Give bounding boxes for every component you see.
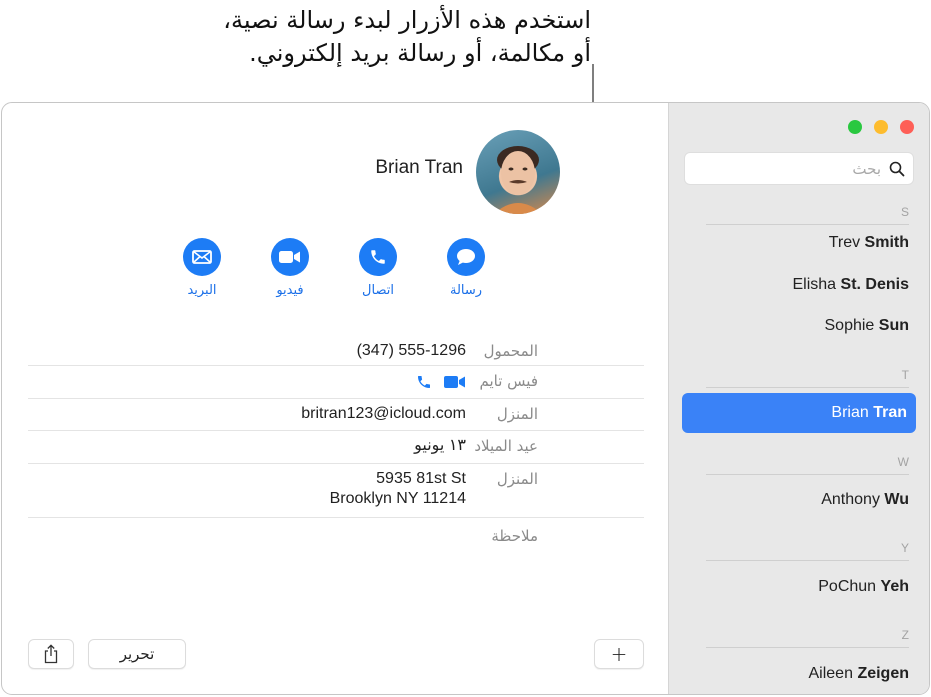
field-label: ملاحظة [491, 527, 538, 545]
section-header-w: W [706, 455, 909, 475]
contact-list-item-selected[interactable]: Brian Tran [682, 393, 916, 433]
callout-line-1: استخدم هذه الأزرار لبدء رسالة نصية، [223, 6, 591, 34]
field-value-email[interactable]: britran123@icloud.com [301, 404, 466, 424]
close-button[interactable] [900, 120, 914, 134]
contact-list-item[interactable]: PoChun Yeh [818, 578, 909, 596]
address-line-1: 5935 81st St [376, 470, 466, 487]
field-label: المحمول [483, 342, 538, 360]
message-action-button[interactable]: رسالة [436, 238, 496, 298]
field-value-birthday: ١٣ يونيو [414, 437, 466, 454]
message-bubble-icon [457, 249, 475, 265]
field-label: المنزل [496, 470, 538, 488]
field-value-address[interactable]: 5935 81st St Brooklyn NY 11214 [330, 469, 466, 509]
contact-avatar[interactable] [476, 130, 560, 214]
window-controls [848, 120, 914, 134]
video-camera-icon [279, 251, 300, 263]
facetime-video-camera-icon[interactable] [444, 375, 466, 389]
video-action-button[interactable]: فيديو [260, 238, 320, 298]
add-button[interactable]: + [594, 639, 644, 669]
field-label: عيد الميلاد [474, 437, 538, 455]
contact-list-item[interactable]: Sophie Sun [825, 317, 910, 335]
field-label: المنزل [496, 405, 538, 423]
field-row-birthday: عيد الميلاد ١٣ يونيو [28, 431, 644, 464]
search-placeholder: بحث [852, 159, 881, 178]
contact-list-item[interactable]: Elisha St. Denis [793, 276, 910, 294]
contact-list-item[interactable]: Trev Smith [829, 234, 909, 252]
field-row-email: المنزل britran123@icloud.com [28, 399, 644, 431]
section-header-z: Z [706, 628, 909, 648]
field-row-facetime: فيس تايم [28, 366, 644, 399]
search-icon [889, 161, 905, 176]
field-value-phone[interactable]: (347) 555-1296 [357, 341, 466, 361]
field-label: فيس تايم [479, 372, 539, 390]
contacts-window: Brian Tran رسالة اتصال فيديو البريد المح… [1, 102, 930, 695]
message-action-label: رسالة [449, 283, 483, 298]
mail-action-label: البريد [187, 283, 217, 298]
field-row-mobile: المحمول (347) 555-1296 [28, 336, 644, 366]
callout-annotation: استخدم هذه الأزرار لبدء رسالة نصية، أو م… [71, 4, 591, 70]
call-action-button[interactable]: اتصال [348, 238, 408, 298]
zoom-button[interactable] [848, 120, 862, 134]
search-field[interactable]: بحث [684, 152, 914, 185]
contact-list-item[interactable]: Anthony Wu [821, 491, 909, 509]
contact-name: Brian Tran [375, 157, 463, 178]
call-action-label: اتصال [362, 283, 394, 298]
section-header-t: T [706, 368, 909, 388]
mail-action-button[interactable]: البريد [172, 238, 232, 298]
person-photo-icon [494, 146, 542, 214]
section-header-s: S [706, 205, 909, 225]
minimize-button[interactable] [874, 120, 888, 134]
contact-list-item[interactable]: Aileen Zeigen [809, 665, 910, 683]
video-action-label: فيديو [276, 283, 304, 298]
phone-icon [371, 250, 385, 264]
facetime-audio-phone-icon[interactable] [416, 374, 432, 390]
share-icon [44, 644, 58, 664]
section-header-y: Y [706, 541, 909, 561]
envelope-icon [192, 250, 212, 264]
edit-button[interactable]: تحرير [88, 639, 186, 669]
share-button[interactable] [28, 639, 74, 669]
address-line-2: Brooklyn NY 11214 [329, 490, 466, 507]
field-row-note[interactable]: ملاحظة [28, 518, 644, 558]
callout-line-2: أو مكالمة، أو رسالة بريد إلكتروني. [249, 39, 591, 67]
field-row-address: المنزل 5935 81st St Brooklyn NY 11214 [28, 464, 644, 518]
contacts-sidebar: بحث S Trev Smith Elisha St. Denis Sophie… [668, 103, 929, 694]
